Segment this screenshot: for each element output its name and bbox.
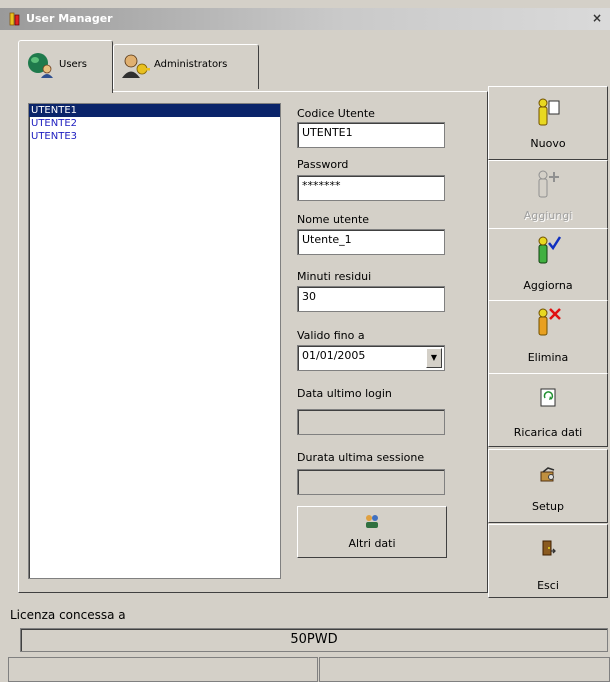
durata-sessione-label: Durata ultima sessione — [297, 451, 425, 464]
esci-label: Esci — [537, 579, 559, 592]
reload-icon — [540, 388, 556, 407]
minuti-residui-field[interactable]: 30 — [297, 286, 445, 312]
aggiungi-label: Aggiungi — [523, 209, 573, 222]
ricarica-dati-label: Ricarica dati — [513, 426, 583, 439]
tab-users[interactable]: Users — [18, 40, 113, 93]
elimina-button[interactable]: Elimina — [488, 300, 608, 374]
combo-dropdown-button[interactable]: ▼ — [426, 348, 442, 368]
status-pane-left — [8, 657, 318, 682]
list-item[interactable]: UTENTE3 — [29, 130, 280, 143]
setup-icon — [540, 467, 555, 482]
elimina-label: Elimina — [527, 351, 569, 364]
status-pane-right — [319, 657, 610, 682]
user-list[interactable]: UTENTE1 UTENTE2 UTENTE3 — [28, 103, 281, 579]
user-manager-window: User Manager × Users Administrators UTEN… — [0, 0, 610, 682]
codice-utente-field[interactable]: UTENTE1 — [297, 122, 445, 148]
new-user-icon — [538, 98, 560, 126]
aggiorna-label: Aggiorna — [523, 279, 573, 292]
nome-utente-field[interactable]: Utente_1 — [297, 229, 445, 255]
tab-administrators[interactable]: Administrators — [113, 44, 259, 89]
delete-user-icon — [538, 308, 561, 336]
license-value-box: 50PWD — [20, 628, 608, 652]
list-item[interactable]: UTENTE1 — [29, 104, 280, 117]
minuti-residui-label: Minuti residui — [297, 270, 372, 283]
aggiorna-button[interactable]: Aggiorna — [488, 228, 608, 302]
list-item[interactable]: UTENTE2 — [29, 117, 280, 130]
nome-utente-label: Nome utente — [297, 213, 370, 226]
window-title: User Manager — [26, 12, 113, 25]
people-group-icon — [366, 515, 378, 528]
exit-door-icon — [542, 540, 556, 556]
esci-button[interactable]: Esci — [488, 524, 608, 598]
nuovo-button[interactable]: Nuovo — [488, 86, 608, 160]
title-bar: User Manager × — [0, 8, 610, 30]
tab-administrators-label: Administrators — [154, 59, 228, 70]
tab-users-label: Users — [59, 59, 88, 70]
ricarica-dati-button[interactable]: Ricarica dati — [488, 373, 608, 447]
add-user-icon — [538, 170, 559, 198]
nuovo-label: Nuovo — [530, 137, 566, 150]
close-button[interactable]: × — [589, 11, 605, 25]
app-icon — [9, 12, 20, 26]
update-user-icon — [538, 236, 562, 264]
setup-label: Setup — [531, 500, 565, 513]
valido-fino-label: Valido fino a — [297, 329, 365, 342]
license-label: Licenza concessa a — [10, 608, 126, 622]
valido-fino-combobox[interactable]: 01/01/2005 ▼ — [297, 345, 445, 371]
altri-dati-label: Altri dati — [348, 537, 396, 550]
codice-utente-label: Codice Utente — [297, 107, 375, 120]
aggiungi-button[interactable]: Aggiungi — [488, 160, 608, 234]
altri-dati-button[interactable]: Altri dati — [297, 506, 447, 558]
administrators-icon — [122, 54, 150, 78]
valido-fino-value: 01/01/2005 — [302, 349, 366, 362]
password-label: Password — [297, 158, 349, 171]
password-field[interactable]: ******* — [297, 175, 445, 201]
setup-button[interactable]: Setup — [488, 449, 608, 523]
durata-sessione-field — [297, 469, 445, 495]
users-icon — [28, 53, 53, 78]
data-ultimo-login-label: Data ultimo login — [297, 387, 392, 400]
data-ultimo-login-field — [297, 409, 445, 435]
